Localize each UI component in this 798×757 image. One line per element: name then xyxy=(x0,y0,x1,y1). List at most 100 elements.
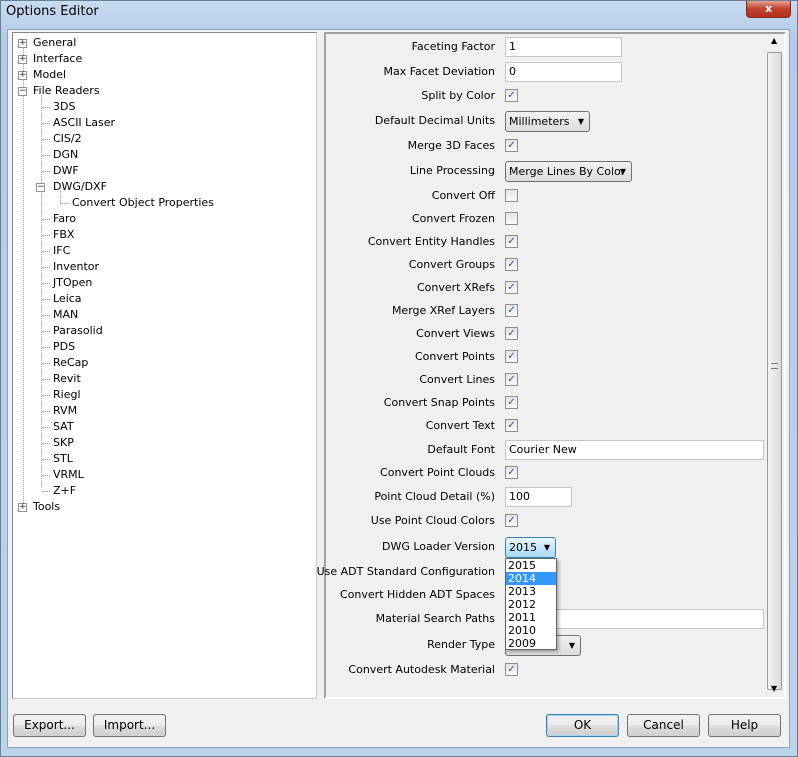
point-cloud-detail-input[interactable]: 100 xyxy=(505,487,572,507)
tree-item-skp[interactable]: SKP xyxy=(53,436,74,450)
dropdown-option-2014[interactable]: 2014 xyxy=(506,572,556,585)
merge-3d-faces-label: Merge 3D Faces xyxy=(407,139,495,152)
dropdown-option-2009[interactable]: 2009 xyxy=(506,637,556,650)
default-font-label: Default Font xyxy=(427,443,495,456)
faceting-factor-input[interactable]: 1 xyxy=(505,37,622,57)
scroll-up-icon[interactable]: ▲ xyxy=(771,36,777,45)
convert-frozen-checkbox[interactable] xyxy=(505,212,518,225)
import-button[interactable]: Import... xyxy=(93,714,166,737)
tree-connector xyxy=(42,123,50,124)
default-font-input[interactable]: Courier New xyxy=(505,440,764,460)
tree-connector xyxy=(42,299,50,300)
tree-item-rvm[interactable]: RVM xyxy=(53,404,77,418)
close-button[interactable]: x xyxy=(746,1,791,18)
dropdown-option-2011[interactable]: 2011 xyxy=(506,611,556,624)
render-type-label: Render Type xyxy=(427,638,495,651)
convert-lines-checkbox[interactable]: ✓ xyxy=(505,373,518,386)
tree-item-interface[interactable]: Interface xyxy=(33,52,82,66)
dropdown-option-2012[interactable]: 2012 xyxy=(506,598,556,611)
tree-item-convert-object-properties[interactable]: Convert Object Properties xyxy=(72,196,214,210)
split-by-color-checkbox[interactable]: ✓ xyxy=(505,89,518,102)
tree-item-jtopen[interactable]: JTOpen xyxy=(53,276,92,290)
tree-item-faro[interactable]: Faro xyxy=(53,212,76,226)
expand-icon[interactable]: + xyxy=(18,71,27,80)
convert-off-label: Convert Off xyxy=(431,189,495,202)
max-facet-deviation-input[interactable]: 0 xyxy=(505,62,622,82)
convert-snap-points-checkbox[interactable]: ✓ xyxy=(505,396,518,409)
line-processing-select[interactable]: Merge Lines By Color ▼ xyxy=(505,161,632,182)
ok-button[interactable]: OK xyxy=(546,714,619,737)
convert-autodesk-material-checkbox[interactable]: ✓ xyxy=(505,663,518,676)
tree-item-revit[interactable]: Revit xyxy=(53,372,81,386)
dwg-version-dropdown-list[interactable]: 2015 2014 2013 2012 2011 2010 2009 xyxy=(505,558,557,650)
collapse-icon[interactable]: − xyxy=(36,183,45,192)
options-tree[interactable]: + General + Interface + Model − File Readers 3DS… xyxy=(12,32,317,699)
tree-item-z-f[interactable]: Z+F xyxy=(53,484,76,498)
scrollbar-thumb[interactable] xyxy=(767,52,782,690)
convert-entity-handles-checkbox[interactable]: ✓ xyxy=(505,235,518,248)
tree-item-ifc[interactable]: IFC xyxy=(53,244,70,258)
expand-icon[interactable]: + xyxy=(18,55,27,64)
collapse-icon[interactable]: − xyxy=(18,87,27,96)
help-button[interactable]: Help xyxy=(708,714,781,737)
convert-text-checkbox[interactable]: ✓ xyxy=(505,419,518,432)
tree-item-pds[interactable]: PDS xyxy=(53,340,75,354)
split-by-color-label: Split by Color xyxy=(421,89,495,102)
expand-icon[interactable]: + xyxy=(18,39,27,48)
tree-item-dgn[interactable]: DGN xyxy=(53,148,78,162)
tree-item-recap[interactable]: ReCap xyxy=(53,356,88,370)
tree-item-inventor[interactable]: Inventor xyxy=(53,260,99,274)
tree-item-general[interactable]: General xyxy=(33,36,76,50)
tree-connector xyxy=(42,283,50,284)
tree-item-tools[interactable]: Tools xyxy=(33,500,60,514)
convert-views-checkbox[interactable]: ✓ xyxy=(505,327,518,340)
cancel-button[interactable]: Cancel xyxy=(627,714,700,737)
use-point-cloud-colors-label: Use Point Cloud Colors xyxy=(370,514,495,527)
tree-connector xyxy=(42,427,50,428)
use-point-cloud-colors-checkbox[interactable]: ✓ xyxy=(505,514,518,527)
convert-point-clouds-checkbox[interactable]: ✓ xyxy=(505,466,518,479)
tree-item-riegl[interactable]: Riegl xyxy=(53,388,81,402)
tree-item-model[interactable]: Model xyxy=(33,68,66,82)
convert-xrefs-checkbox[interactable]: ✓ xyxy=(505,281,518,294)
merge-xref-layers-checkbox[interactable]: ✓ xyxy=(505,304,518,317)
tree-item-fbx[interactable]: FBX xyxy=(53,228,74,242)
chevron-down-icon: ▼ xyxy=(577,117,584,126)
tree-connector xyxy=(61,203,69,204)
convert-autodesk-material-label: Convert Autodesk Material xyxy=(348,663,495,676)
vertical-scrollbar[interactable]: ▲ ▼ xyxy=(766,34,784,697)
tree-item-leica[interactable]: Leica xyxy=(53,292,82,306)
tree-item-3ds[interactable]: 3DS xyxy=(53,100,75,114)
tree-item-stl[interactable]: STL xyxy=(53,452,73,466)
dropdown-option-2010[interactable]: 2010 xyxy=(506,624,556,637)
tree-item-vrml[interactable]: VRML xyxy=(53,468,84,482)
window-title: Options Editor xyxy=(6,4,99,19)
expand-icon[interactable]: + xyxy=(18,503,27,512)
tree-item-dwf[interactable]: DWF xyxy=(53,164,79,178)
scroll-down-icon[interactable]: ▼ xyxy=(771,684,777,693)
convert-off-checkbox[interactable] xyxy=(505,189,518,202)
tree-connector xyxy=(42,107,50,108)
tree-item-file-readers[interactable]: File Readers xyxy=(33,84,100,98)
convert-groups-checkbox[interactable]: ✓ xyxy=(505,258,518,271)
tree-item-ascii-laser[interactable]: ASCII Laser xyxy=(53,116,115,130)
use-adt-standard-configuration-label: Use ADT Standard Configuration xyxy=(316,565,495,578)
merge-3d-faces-checkbox[interactable]: ✓ xyxy=(505,139,518,152)
default-decimal-units-select[interactable]: Millimeters ▼ xyxy=(505,111,590,132)
export-button[interactable]: Export... xyxy=(13,714,86,737)
material-search-paths-label: Material Search Paths xyxy=(375,612,495,625)
dropdown-option-2015[interactable]: 2015 xyxy=(506,559,556,572)
tree-item-cis-2[interactable]: CIS/2 xyxy=(53,132,82,146)
tree-item-dwg-dxf[interactable]: DWG/DXF xyxy=(53,180,107,194)
tree-item-parasolid[interactable]: Parasolid xyxy=(53,324,103,338)
tree-connector xyxy=(42,491,50,492)
convert-lines-label: Convert Lines xyxy=(419,373,495,386)
line-processing-value: Merge Lines By Color xyxy=(509,165,626,178)
tree-connector xyxy=(42,395,50,396)
convert-points-checkbox[interactable]: ✓ xyxy=(505,350,518,363)
tree-item-man[interactable]: MAN xyxy=(53,308,78,322)
default-decimal-units-label: Default Decimal Units xyxy=(374,114,495,127)
tree-item-sat[interactable]: SAT xyxy=(53,420,74,434)
dropdown-option-2013[interactable]: 2013 xyxy=(506,585,556,598)
dwg-loader-version-select[interactable]: 2015 ▼ xyxy=(505,537,556,558)
